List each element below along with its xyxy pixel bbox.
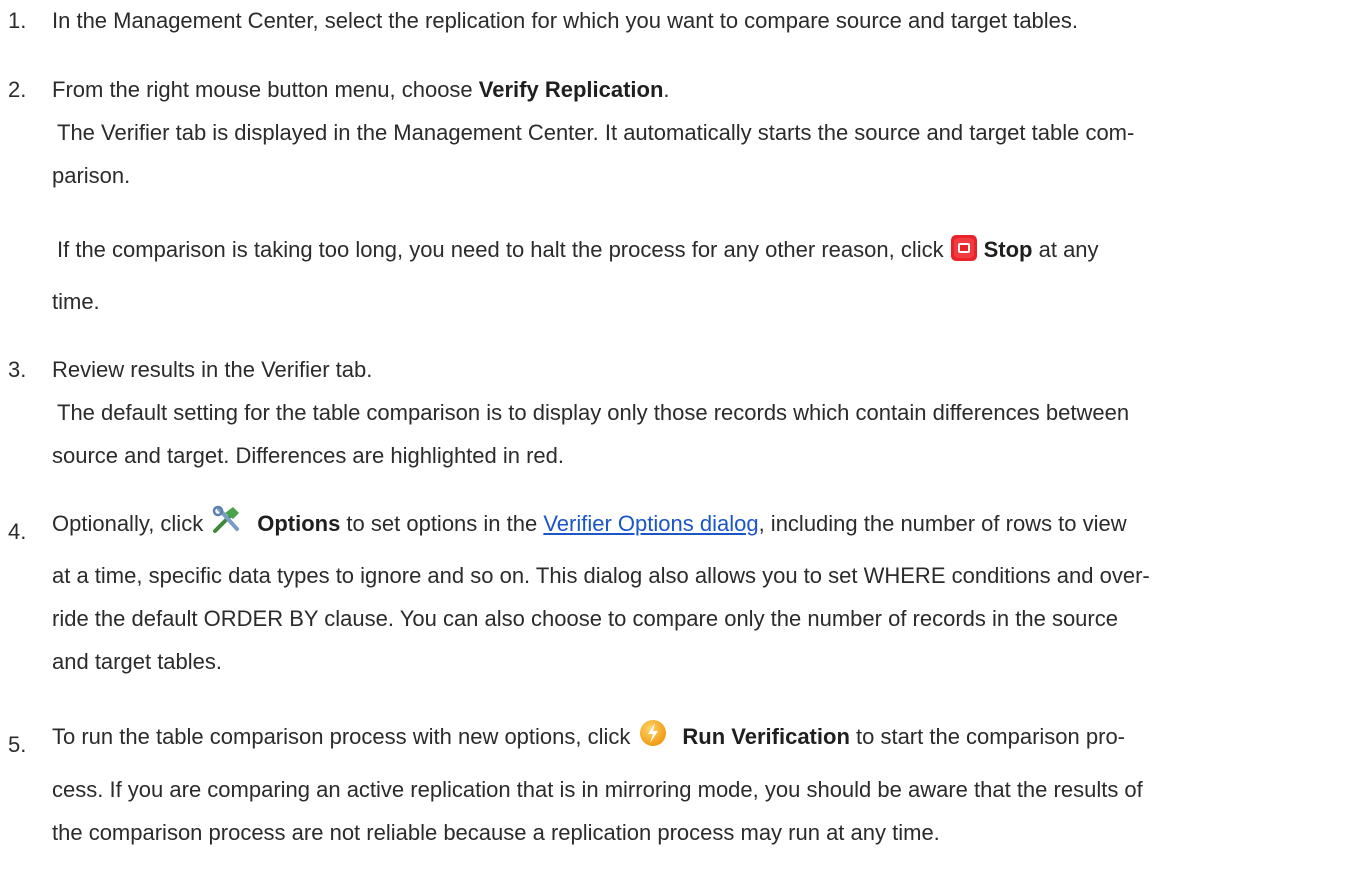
options-label: Options bbox=[257, 511, 341, 536]
step-text: ride the default ORDER BY clause. You ca… bbox=[52, 606, 1118, 631]
tools-icon bbox=[211, 505, 243, 535]
step-text: the comparison process are not reliable … bbox=[52, 820, 940, 845]
step-text: In the Management Center, select the rep… bbox=[52, 8, 1079, 33]
step-text: The Verifier tab is displayed in the Man… bbox=[57, 120, 1135, 145]
step-text: source and target. Differences are highl… bbox=[52, 443, 565, 468]
step-line: From the right mouse button menu, choose… bbox=[52, 76, 670, 104]
step-text: If the comparison is taking too long, yo… bbox=[57, 237, 944, 262]
step-text: cess. If you are comparing an active rep… bbox=[52, 777, 1143, 802]
step-text: Optionally, click bbox=[52, 511, 204, 536]
step-text: From the right mouse button menu, choose bbox=[52, 77, 479, 102]
stop-label: Stop bbox=[983, 237, 1033, 262]
lightning-run-icon bbox=[638, 718, 668, 748]
step-number: 5. bbox=[8, 732, 27, 757]
step-number: 4. bbox=[8, 519, 27, 544]
step-text: at any bbox=[1032, 237, 1099, 262]
step-text: . bbox=[663, 77, 670, 102]
step-text: , including the number of rows to view bbox=[758, 511, 1127, 536]
step-number: 1. bbox=[8, 8, 27, 33]
stop-icon bbox=[950, 234, 978, 262]
step-text: at a time, specific data types to ignore… bbox=[52, 563, 1150, 588]
step-text: and target tables. bbox=[52, 649, 223, 674]
step-line: If the comparison is taking too long, yo… bbox=[57, 232, 1099, 268]
step-text: time. bbox=[52, 289, 100, 314]
step-line: To run the table comparison process with… bbox=[52, 718, 1125, 756]
verifier-options-dialog-link[interactable]: Verifier Options dialog bbox=[543, 511, 758, 536]
step-text: to start the comparison pro- bbox=[849, 724, 1126, 749]
step-text: to set options in the bbox=[340, 511, 544, 536]
step-text: The default setting for the table compar… bbox=[57, 400, 1130, 425]
run-verification-label: Run Verification bbox=[682, 724, 850, 749]
step-number: 3. bbox=[8, 357, 27, 382]
step-text: To run the table comparison process with… bbox=[52, 724, 631, 749]
step-text: parison. bbox=[52, 163, 131, 188]
menu-item-name: Verify Replication bbox=[478, 77, 664, 102]
step-text: Review results in the Verifier tab. bbox=[52, 357, 373, 382]
step-number: 2. bbox=[8, 77, 27, 102]
step-line: Optionally, click Options to set options … bbox=[52, 505, 1127, 543]
